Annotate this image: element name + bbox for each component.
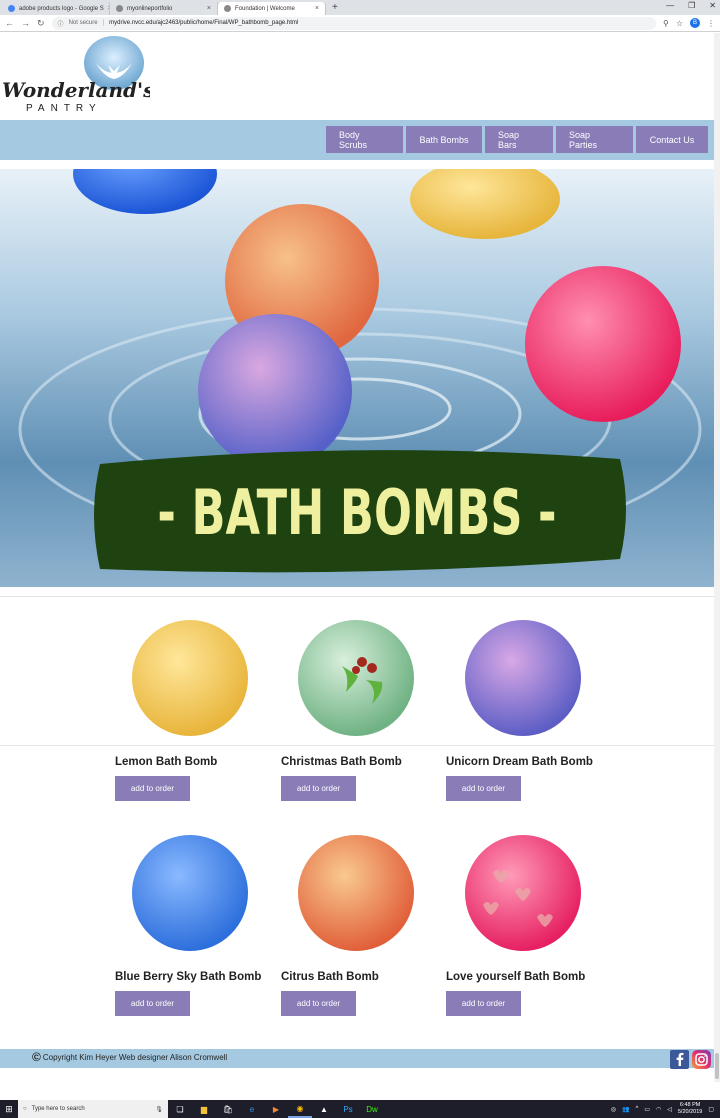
task-view-icon[interactable]: ❏ xyxy=(168,1100,192,1118)
url-text: mydrive.nvcc.edu/ajc2463/public/home/Fin… xyxy=(109,20,299,26)
back-icon[interactable]: ← xyxy=(5,18,14,28)
chrome-icon[interactable]: ◉ xyxy=(288,1100,312,1118)
search-placeholder: Type here to search xyxy=(31,1106,85,1112)
minimize-icon[interactable]: — xyxy=(666,1,674,10)
people-icon[interactable]: 👥 xyxy=(622,1106,629,1113)
site-navbar: Body Scrubs Bath Bombs Soap Bars Soap Pa… xyxy=(0,120,714,160)
unicorn-dream-bath-bomb-image xyxy=(465,620,581,736)
system-tray: ◎ 👥 ^ ▭ ◠ ◁ 6:48 PM 5/20/2019 ▢ xyxy=(611,1102,720,1116)
profile-avatar[interactable]: B xyxy=(690,18,700,28)
nav-bath-bombs[interactable]: Bath Bombs xyxy=(406,126,482,153)
add-to-order-button[interactable]: add to order xyxy=(281,776,356,801)
lemon-bath-bomb-image xyxy=(132,620,248,736)
close-icon[interactable]: × xyxy=(207,5,211,12)
blue-berry-sky-bath-bomb-image xyxy=(132,835,248,951)
dreamweaver-icon[interactable]: Dw xyxy=(360,1100,384,1118)
scrollbar-thumb[interactable] xyxy=(715,1053,719,1079)
photoshop-icon[interactable]: Ps xyxy=(336,1100,360,1118)
clock-time: 6:48 PM xyxy=(679,1102,701,1108)
svg-text:PANTRY: PANTRY xyxy=(26,103,102,114)
taskbar-search[interactable]: ○ Type here to search 🎙 xyxy=(18,1100,168,1118)
tab-title: Foundation | Welcome xyxy=(235,5,295,12)
copyright-icon: © xyxy=(32,1050,41,1064)
facebook-icon[interactable] xyxy=(670,1050,689,1069)
google-icon xyxy=(8,5,15,12)
tab-title: adobe products logo - Google S xyxy=(19,5,104,12)
window-controls: — ❐ ✕ xyxy=(666,1,716,10)
address-bar[interactable]: ⓘ Not secure | mydrive.nvcc.edu/ajc2463/… xyxy=(51,16,656,30)
nav-body-scrubs[interactable]: Body Scrubs xyxy=(326,126,403,153)
copyright-label: Copyright Kim Heyer Web designer Alison … xyxy=(42,1052,228,1062)
product-name-lemon: Lemon Bath Bomb xyxy=(115,756,218,768)
site-logo[interactable]: Wonderland's PANTRY xyxy=(0,33,150,118)
citrus-bath-bomb-image xyxy=(298,835,414,951)
photos-icon[interactable]: ▲ xyxy=(312,1100,336,1118)
web-page: Wonderland's PANTRY Body Scrubs Bath Bom… xyxy=(0,33,714,1082)
forward-icon[interactable]: → xyxy=(21,18,30,28)
wifi-icon[interactable]: ◠ xyxy=(656,1106,661,1113)
tab-title: myonlineportfolio xyxy=(127,5,173,12)
store-icon[interactable]: 🛍 xyxy=(216,1100,240,1118)
zoom-icon[interactable]: ⚲ xyxy=(663,19,669,28)
product-name-christmas: Christmas Bath Bomb xyxy=(281,756,402,768)
taskbar-clock[interactable]: 6:48 PM 5/20/2019 xyxy=(678,1102,702,1116)
copyright-text: © Copyright Kim Heyer Web designer Aliso… xyxy=(32,1050,227,1064)
nav-contact-us[interactable]: Contact Us xyxy=(636,126,708,153)
battery-icon[interactable]: ▭ xyxy=(644,1106,650,1113)
add-to-order-button[interactable]: add to order xyxy=(281,991,356,1016)
file-explorer-icon[interactable]: ▆ xyxy=(192,1100,216,1118)
svg-text:Wonderland's: Wonderland's xyxy=(2,78,150,102)
product-name-citrus: Citrus Bath Bomb xyxy=(281,971,379,983)
browser-tab[interactable]: adobe products logo - Google S × xyxy=(2,2,110,15)
reload-icon[interactable]: ↻ xyxy=(37,18,45,29)
close-icon[interactable]: × xyxy=(315,5,319,12)
windows-taskbar: ⊞ ○ Type here to search 🎙 ❏ ▆ 🛍 e ▶ ◉ ▲ … xyxy=(0,1100,720,1118)
product-name-unicorn: Unicorn Dream Bath Bomb xyxy=(446,756,593,768)
product-name-blue-berry: Blue Berry Sky Bath Bomb xyxy=(115,971,262,983)
page-scrollbar[interactable] xyxy=(714,33,720,1082)
new-tab-button[interactable]: + xyxy=(326,2,344,15)
browser-tab[interactable]: myonlineportfolio × xyxy=(110,2,218,15)
microphone-icon[interactable]: 🎙 xyxy=(155,1106,163,1113)
restore-icon[interactable]: ❐ xyxy=(688,1,695,10)
menu-icon[interactable]: ⋮ xyxy=(707,19,715,28)
edge-icon[interactable]: e xyxy=(240,1100,264,1118)
security-label: Not secure xyxy=(68,20,98,26)
browser-tab-active[interactable]: Foundation | Welcome × xyxy=(218,2,326,15)
nav-soap-bars[interactable]: Soap Bars xyxy=(485,126,553,153)
instagram-icon[interactable] xyxy=(692,1050,711,1069)
nav-menu: Body Scrubs Bath Bombs Soap Bars Soap Pa… xyxy=(326,126,708,153)
add-to-order-button[interactable]: add to order xyxy=(115,991,190,1016)
info-icon[interactable]: ⓘ xyxy=(58,19,64,28)
product-name-love-yourself: Love yourself Bath Bomb xyxy=(446,971,586,983)
notifications-icon[interactable]: ▢ xyxy=(708,1106,714,1113)
volume-icon[interactable]: ◁ xyxy=(667,1106,672,1113)
clock-date: 5/20/2019 xyxy=(677,1109,703,1115)
christmas-bath-bomb-image xyxy=(298,620,414,736)
address-bar-row: ← → ↻ ⓘ Not secure | mydrive.nvcc.edu/aj… xyxy=(0,15,720,32)
media-player-icon[interactable]: ▶ xyxy=(264,1100,288,1118)
show-hidden-icons[interactable]: ^ xyxy=(635,1106,638,1112)
page-icon xyxy=(224,5,231,12)
star-icon[interactable]: ☆ xyxy=(676,19,683,28)
close-window-icon[interactable]: ✕ xyxy=(709,1,716,10)
page-icon xyxy=(116,5,123,12)
banner-title: - BATH BOMBS - xyxy=(157,477,556,549)
add-to-order-button[interactable]: add to order xyxy=(115,776,190,801)
hero-banner-image: - BATH BOMBS - xyxy=(0,169,714,587)
start-button[interactable]: ⊞ xyxy=(0,1100,18,1118)
nav-soap-parties[interactable]: Soap Parties xyxy=(556,126,633,153)
add-to-order-button[interactable]: add to order xyxy=(446,991,521,1016)
network-status-icon[interactable]: ◎ xyxy=(611,1106,616,1113)
search-icon: ○ xyxy=(23,1106,27,1112)
add-to-order-button[interactable]: add to order xyxy=(446,776,521,801)
love-yourself-bath-bomb-image xyxy=(465,835,581,951)
toolbar-right: ⚲ ☆ B ⋮ xyxy=(663,18,715,28)
browser-tab-strip: adobe products logo - Google S × myonlin… xyxy=(0,0,720,15)
